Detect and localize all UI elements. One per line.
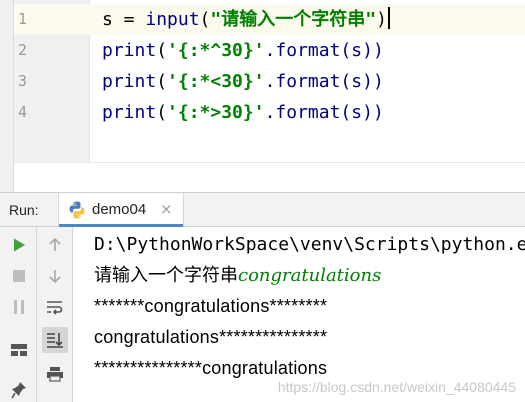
- code-function: input: [145, 9, 200, 30]
- code-function: print: [102, 71, 157, 92]
- code-paren: (: [199, 9, 211, 30]
- print-icon: [47, 367, 63, 382]
- console-prompt-text: 请输入一个字符串: [94, 265, 238, 286]
- code-function: print: [102, 102, 157, 123]
- up-arrow-icon: [49, 237, 61, 251]
- code-operator: =: [112, 9, 146, 30]
- code-paren: (: [156, 71, 168, 92]
- pin-tab-button[interactable]: [6, 377, 32, 402]
- soft-wrap-button[interactable]: [42, 294, 68, 320]
- code-line-4[interactable]: print('{:*>30}'.format(s)): [102, 97, 384, 128]
- restore-layout-button[interactable]: [6, 337, 32, 363]
- code-string: '{:*<30}': [167, 71, 265, 92]
- code-function: print: [102, 40, 157, 61]
- code-paren: ): [376, 9, 387, 30]
- run-label: Run:: [9, 202, 39, 218]
- code-method-call: .format(s)): [264, 71, 384, 92]
- pause-button[interactable]: [6, 294, 32, 320]
- code-method-call: .format(s)): [264, 102, 384, 123]
- run-toolbar-primary: [0, 227, 37, 402]
- watermark-text: https://blog.csdn.net/weixin_44080445: [277, 379, 516, 395]
- console-output-left: congratulations***************: [94, 327, 328, 347]
- soft-wrap-icon: [47, 301, 63, 315]
- python-icon: [69, 201, 85, 219]
- editor-left-strip: [0, 0, 14, 192]
- stop-icon: [13, 270, 25, 282]
- print-button[interactable]: [42, 361, 68, 387]
- code-variable: s: [102, 9, 113, 30]
- code-editor[interactable]: 1 2 3 4 s = input("请输入一个字符串") print('{:*…: [0, 0, 525, 192]
- stop-button[interactable]: [6, 263, 32, 289]
- code-paren: (: [156, 40, 168, 61]
- code-string: '{:*>30}': [167, 102, 265, 123]
- code-line-1[interactable]: s = input("请输入一个字符串"): [102, 4, 390, 35]
- run-tab-demo04[interactable]: demo04 ×: [58, 193, 184, 227]
- scroll-to-end-icon: [47, 333, 63, 348]
- run-tab-label: demo04: [92, 201, 147, 218]
- run-tool-window-header: Run: demo04 ×: [0, 192, 525, 227]
- down-arrow-icon: [49, 270, 61, 284]
- editor-empty-area[interactable]: [14, 162, 525, 192]
- code-paren: (: [156, 102, 168, 123]
- close-icon[interactable]: ×: [160, 200, 173, 218]
- layout-icon: [11, 344, 27, 356]
- run-console-output[interactable]: D:\PythonWorkSpace\venv\Scripts\python.e…: [74, 227, 525, 402]
- code-line-3[interactable]: print('{:*<30}'.format(s)): [102, 66, 384, 97]
- code-string: "请输入一个字符串": [210, 9, 377, 30]
- next-occurrence-button[interactable]: [42, 263, 68, 289]
- run-icon: [14, 238, 25, 252]
- previous-occurrence-button[interactable]: [42, 232, 68, 258]
- console-python-path: D:\PythonWorkSpace\venv\Scripts\python.e…: [94, 234, 525, 255]
- code-line-2[interactable]: print('{:*^30}'.format(s)): [102, 35, 384, 66]
- scroll-to-end-button[interactable]: [42, 327, 68, 353]
- console-prompt-line: 请输入一个字符串congratulations: [94, 260, 381, 291]
- run-toolbar-secondary: [37, 227, 73, 402]
- rerun-button[interactable]: [6, 232, 32, 258]
- code-string: '{:*^30}': [167, 40, 265, 61]
- line-number: 3: [18, 72, 28, 90]
- line-number: 4: [18, 103, 28, 121]
- code-method-call: .format(s)): [264, 40, 384, 61]
- line-number: 1: [18, 10, 28, 28]
- pin-icon: [11, 382, 26, 399]
- pause-icon: [14, 300, 24, 314]
- console-user-input: congratulations: [238, 265, 382, 286]
- line-number: 2: [18, 41, 28, 59]
- text-caret: [387, 7, 390, 29]
- console-output-center: *******congratulations********: [94, 296, 328, 316]
